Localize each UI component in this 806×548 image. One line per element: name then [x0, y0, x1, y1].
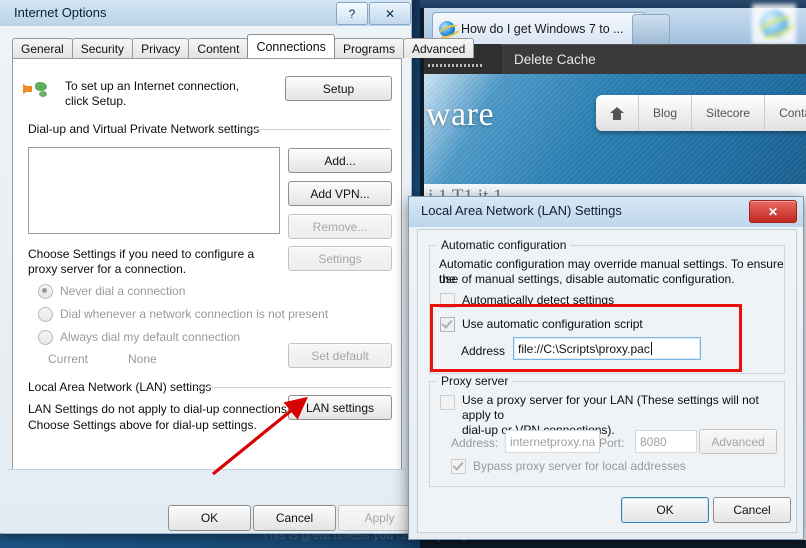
internet-explorer-icon [439, 21, 455, 37]
delete-cache-menu-item[interactable]: Delete Cache [500, 44, 610, 74]
lan-settings-dialog: Local Area Network (LAN) Settings ✕ Auto… [408, 196, 804, 540]
checkbox-indicator [440, 317, 455, 332]
advanced-button: Advanced [699, 429, 777, 454]
dialup-group-divider [245, 129, 391, 130]
set-default-button: Set default [288, 343, 392, 368]
script-address-label: Address [461, 344, 506, 358]
internet-options-tabs: General Security Privacy Content Connect… [12, 34, 475, 58]
proxy-port-input: 8080 [635, 430, 697, 453]
lan-settings-button[interactable]: LAN settings [288, 395, 392, 420]
internet-options-title: Internet Options [14, 5, 107, 20]
radio-indicator [38, 330, 53, 345]
add-button[interactable]: Add... [288, 148, 392, 173]
nav-item-sitecore[interactable]: Sitecore [692, 95, 766, 131]
lan-description-line2: Choose Settings above for dial-up settin… [28, 418, 257, 432]
lan-ok-button[interactable]: OK [621, 497, 709, 523]
lan-settings-title: Local Area Network (LAN) Settings [421, 203, 622, 218]
text-caret [650, 342, 652, 355]
internet-explorer-desktop-icon[interactable] [752, 4, 796, 44]
lan-cancel-button[interactable]: Cancel [713, 497, 791, 523]
ie-window-chrome [420, 0, 806, 8]
script-address-value: file://C:\Scripts\proxy.pac [518, 341, 650, 356]
checkbox-indicator [451, 459, 466, 474]
tab-security[interactable]: Security [71, 38, 134, 58]
tab-general[interactable]: General [12, 38, 73, 58]
settings-button: Settings [288, 246, 392, 271]
bypass-proxy-checkbox: Bypass proxy server for local addresses [451, 459, 686, 474]
auto-config-description-line2: use of manual settings, disable automati… [439, 272, 735, 286]
lan-close-button[interactable]: ✕ [749, 200, 797, 223]
dialup-connections-list[interactable] [28, 147, 280, 234]
radio-indicator [38, 284, 53, 299]
new-tab-button[interactable] [632, 14, 670, 45]
lan-description-line1: LAN Settings do not apply to dial-up con… [28, 402, 291, 416]
script-address-input[interactable]: file://C:\Scripts\proxy.pac [513, 337, 701, 360]
automatically-detect-settings-checkbox[interactable]: Automatically detect settings [440, 293, 614, 308]
site-navigation-bar: Blog Sitecore Conta [596, 95, 806, 131]
checkbox-indicator [440, 395, 455, 410]
setup-description: To set up an Internet connection, click … [65, 79, 240, 108]
proxy-server-legend: Proxy server [437, 374, 513, 388]
proxy-port-label: Port: [599, 436, 625, 450]
use-automatic-configuration-script-label: Use automatic configuration script [462, 317, 643, 331]
close-button[interactable]: ✕ [369, 2, 411, 25]
nav-item-home[interactable] [596, 95, 639, 131]
radio-indicator [38, 307, 53, 322]
proxy-address-input: internetproxy.na [505, 430, 600, 453]
lan-group-label: Local Area Network (LAN) settings [28, 380, 212, 394]
radio-never-dial-label: Never dial a connection [60, 284, 186, 298]
use-automatic-configuration-script-checkbox[interactable]: Use automatic configuration script [440, 317, 643, 332]
current-connection-value: None [128, 352, 157, 366]
help-button[interactable]: ? [336, 2, 368, 25]
ie-toolbar-placeholder [428, 64, 484, 67]
dialog-footer-divider [7, 469, 406, 470]
lan-group-divider [195, 387, 391, 388]
setup-button[interactable]: Setup [285, 76, 392, 101]
nav-item-contact[interactable]: Conta [765, 95, 806, 131]
ok-button[interactable]: OK [168, 505, 251, 531]
radio-always-dial-label: Always dial my default connection [60, 330, 241, 344]
browser-tab-title: How do I get Windows 7 to ... [461, 22, 624, 36]
tab-privacy[interactable]: Privacy [132, 38, 190, 58]
radio-always-dial[interactable]: Always dial my default connection [38, 330, 240, 345]
tab-advanced[interactable]: Advanced [402, 38, 475, 58]
remove-button: Remove... [288, 214, 392, 239]
current-connection-label: Current [48, 352, 89, 366]
home-icon [610, 106, 624, 120]
proxy-address-label: Address: [451, 436, 499, 450]
radio-never-dial[interactable]: Never dial a connection [38, 284, 185, 299]
cancel-button[interactable]: Cancel [253, 505, 336, 531]
automatically-detect-settings-label: Automatically detect settings [462, 293, 615, 307]
add-vpn-button[interactable]: Add VPN... [288, 181, 392, 206]
nav-item-blog[interactable]: Blog [639, 95, 693, 131]
checkbox-indicator [440, 293, 455, 308]
choose-settings-description: Choose Settings if you need to configure… [28, 247, 255, 276]
dialup-group-label: Dial-up and Virtual Private Network sett… [28, 122, 260, 136]
radio-dial-whenever-label: Dial whenever a network connection is no… [60, 307, 329, 321]
tab-connections[interactable]: Connections [247, 34, 335, 58]
radio-dial-whenever[interactable]: Dial whenever a network connection is no… [38, 307, 328, 322]
tab-programs[interactable]: Programs [333, 38, 404, 58]
site-logo-wordmark: ware [426, 96, 495, 133]
use-proxy-server-label-line1: Use a proxy server for your LAN (These s… [462, 393, 759, 422]
automatic-configuration-legend: Automatic configuration [437, 238, 571, 252]
tab-content[interactable]: Content [188, 38, 249, 58]
bypass-proxy-label: Bypass proxy server for local addresses [473, 459, 686, 473]
